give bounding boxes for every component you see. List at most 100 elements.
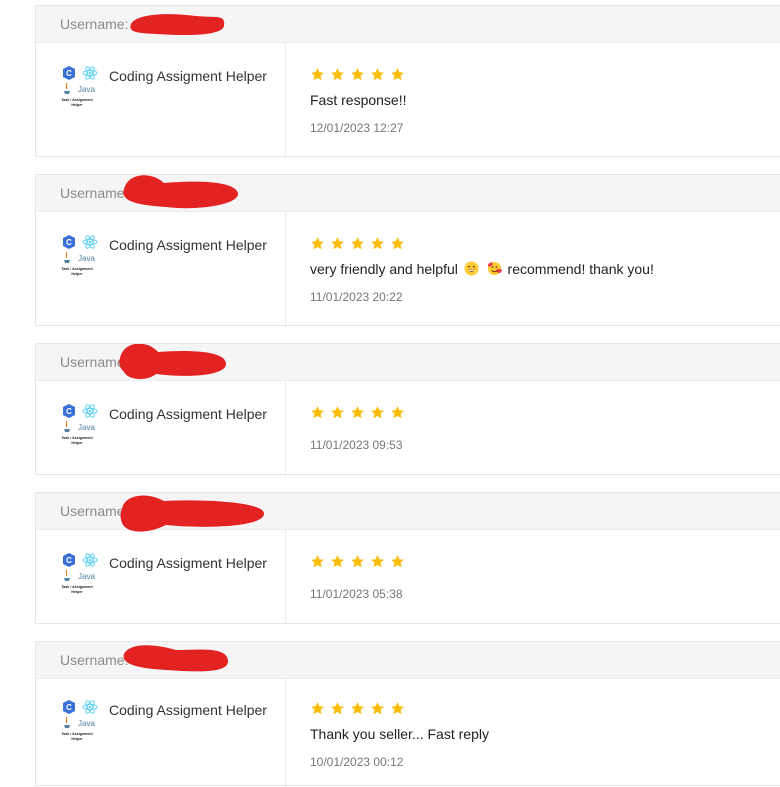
star-icon — [391, 237, 404, 250]
review-header: Username: — [36, 344, 780, 381]
review-date: 11/01/2023 09:53 — [310, 438, 403, 452]
svg-text:Java: Java — [78, 719, 95, 728]
username-redaction — [123, 175, 239, 209]
star-icon — [391, 702, 404, 715]
username-redaction — [119, 344, 226, 379]
review-header: Username: — [36, 175, 780, 212]
product-thumbnail: C Java Task / Assignment Helper — [61, 553, 98, 594]
star-icon — [391, 406, 404, 419]
svg-text:Java: Java — [78, 423, 95, 432]
review-card: Username: C Java Task / Assignment Helpe… — [35, 343, 780, 476]
column-divider — [285, 530, 286, 625]
product-name[interactable]: Coding Assigment Helper — [109, 406, 269, 422]
column-divider — [285, 212, 286, 327]
svg-text:Java: Java — [78, 85, 95, 94]
star-rating — [310, 236, 405, 252]
username-redaction — [123, 645, 229, 672]
review-card: Username: C Java Task / Assignment Helpe… — [35, 492, 780, 625]
svg-text:C: C — [66, 407, 72, 416]
svg-text:Java: Java — [78, 254, 95, 263]
star-icon — [351, 68, 364, 81]
review-card: Username: C Java Task / Assignment Helpe… — [35, 174, 780, 327]
svg-text:Helper: Helper — [71, 590, 83, 594]
review-comment-part1: very friendly and helpful — [310, 261, 458, 277]
review-date: 10/01/2023 00:12 — [310, 755, 404, 769]
review-date: 12/01/2023 12:27 — [310, 121, 404, 135]
svg-text:Task / Assignment: Task / Assignment — [61, 98, 93, 102]
review-date: 11/01/2023 05:38 — [310, 587, 403, 601]
product-thumbnail: C Java Task / Assignment Helper — [61, 66, 98, 107]
svg-text:Task / Assignment: Task / Assignment — [61, 267, 93, 271]
star-icon — [331, 406, 344, 419]
product-info[interactable]: C Java Task / Assignment Helper Coding A… — [61, 234, 281, 276]
svg-text:Task / Assignment: Task / Assignment — [61, 436, 93, 440]
product-name[interactable]: Coding Assigment Helper — [109, 702, 269, 718]
review-card: Username: C Java Task / Assignment Helpe… — [35, 5, 780, 158]
star-rating — [310, 554, 405, 570]
star-icon — [391, 555, 404, 568]
star-icon — [351, 406, 364, 419]
column-divider — [285, 679, 286, 787]
review-comment: Thank you seller... Fast reply — [310, 726, 489, 742]
product-info[interactable]: C Java Task / Assignment Helper Coding A… — [61, 699, 281, 741]
star-icon — [331, 68, 344, 81]
svg-text:Java: Java — [78, 572, 95, 581]
star-icon — [391, 68, 404, 81]
grinning-face-emoji — [464, 261, 479, 276]
review-header: Username: — [36, 642, 780, 679]
username-redaction — [130, 14, 225, 36]
star-icon — [371, 68, 384, 81]
review-header: Username: — [36, 6, 780, 43]
star-icon — [351, 702, 364, 715]
product-thumbnail: C Java Task / Assignment Helper — [61, 404, 98, 445]
review-date: 11/01/2023 20:22 — [310, 290, 403, 304]
star-icon — [351, 555, 364, 568]
svg-text:Helper: Helper — [71, 103, 83, 107]
svg-text:C: C — [66, 238, 72, 247]
review-body: C Java Task / Assignment Helper Coding A… — [36, 679, 780, 787]
svg-text:C: C — [66, 556, 72, 565]
star-icon — [331, 702, 344, 715]
review-comment: Fast response!! — [310, 92, 407, 108]
svg-text:Helper: Helper — [71, 441, 83, 445]
product-thumbnail: C Java Task / Assignment Helper — [61, 700, 98, 741]
star-icon — [311, 237, 324, 250]
product-info[interactable]: C Java Task / Assignment Helper Coding A… — [61, 552, 281, 594]
svg-text:Task / Assignment: Task / Assignment — [61, 585, 93, 589]
star-icon — [371, 406, 384, 419]
svg-text:C: C — [66, 703, 72, 712]
star-icon — [311, 406, 324, 419]
review-body: C Java Task / Assignment Helper Coding A… — [36, 381, 780, 476]
svg-text:C: C — [66, 69, 72, 78]
product-info[interactable]: C Java Task / Assignment Helper Coding A… — [61, 403, 281, 445]
review-header: Username: — [36, 493, 780, 532]
review-body: C Java Task / Assignment Helper Coding A… — [36, 212, 780, 327]
star-icon — [371, 702, 384, 715]
username-redaction — [120, 495, 265, 532]
svg-text:Helper: Helper — [71, 272, 83, 276]
star-icon — [371, 555, 384, 568]
star-icon — [311, 555, 324, 568]
review-comment-part2: recommend! thank you! — [507, 261, 654, 277]
product-name[interactable]: Coding Assigment Helper — [109, 68, 269, 84]
star-icon — [311, 702, 324, 715]
review-body: C Java Task / Assignment Helper Coding A… — [36, 43, 780, 158]
column-divider — [285, 381, 286, 476]
svg-text:Helper: Helper — [71, 737, 83, 741]
star-rating — [310, 701, 405, 717]
star-icon — [311, 68, 324, 81]
product-name[interactable]: Coding Assigment Helper — [109, 237, 269, 253]
svg-text:Task / Assignment: Task / Assignment — [61, 732, 93, 736]
face-with-hearts-emoji — [486, 261, 502, 276]
review-card: Username: C Java Task / Assignment Helpe… — [35, 641, 780, 787]
star-icon — [331, 555, 344, 568]
star-icon — [371, 237, 384, 250]
column-divider — [285, 43, 286, 158]
star-icon — [331, 237, 344, 250]
star-icon — [351, 237, 364, 250]
review-body: C Java Task / Assignment Helper Coding A… — [36, 530, 780, 625]
review-comment: very friendly and helpful recommend! tha… — [310, 261, 654, 277]
product-info[interactable]: C Java Task / Assignment Helper Coding A… — [61, 65, 281, 107]
product-thumbnail: C Java Task / Assignment Helper — [61, 235, 98, 276]
product-name[interactable]: Coding Assigment Helper — [109, 555, 269, 571]
